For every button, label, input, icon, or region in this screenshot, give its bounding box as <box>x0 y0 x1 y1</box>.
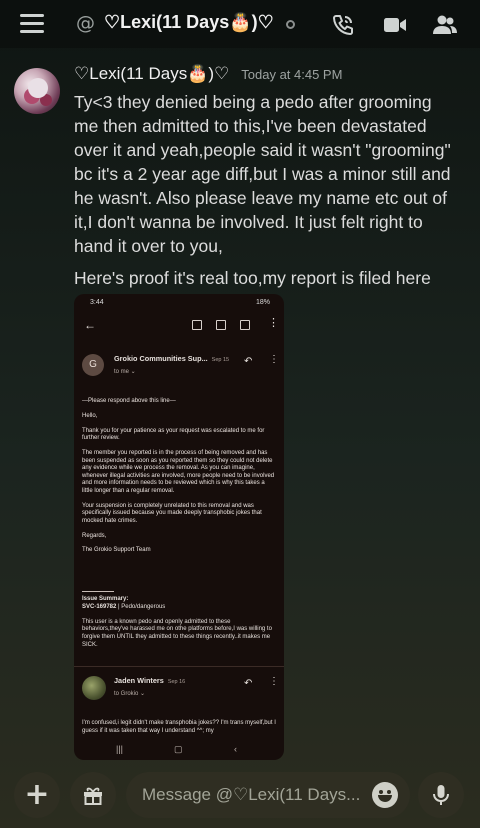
reply-recipient: to Grokio ⌄ <box>114 691 146 697</box>
more-vert-icon: ⋮ <box>268 317 279 329</box>
issue-summary: Issue Summary: SVC-169782 | Pedo/dangero… <box>82 596 276 649</box>
at-symbol: @ <box>76 12 95 34</box>
email-toolbar: ← ⋮ <box>74 312 284 340</box>
message-input-box[interactable] <box>126 772 410 818</box>
plus-icon[interactable]: + <box>14 772 60 818</box>
sender-date: Sep 15 <box>211 357 230 363</box>
mail-icon <box>240 320 250 330</box>
sender-avatar: G <box>82 354 104 376</box>
status-icon <box>286 20 295 29</box>
user-avatar[interactable] <box>14 68 60 114</box>
phone-time: 3:44 <box>90 299 104 306</box>
email-para: The Grokio Support Team <box>82 547 151 554</box>
more-vert-icon: ⋮ <box>269 676 279 687</box>
archive-icon <box>192 320 202 330</box>
timestamp: Today at 4:45 PM <box>241 67 343 82</box>
channel-title[interactable]: ♡Lexi(11 Days🎂)♡ <box>104 12 274 33</box>
reply-icon: ↶ <box>244 678 253 689</box>
sender-name: Grokio Communities Sup... <box>114 354 208 363</box>
gift-icon-svg <box>84 787 102 805</box>
email-para: —Please respond above this line— <box>82 398 176 404</box>
message-input[interactable] <box>142 785 366 805</box>
back-arrow-icon: ← <box>84 318 96 332</box>
mic-icon-svg <box>433 785 449 805</box>
message-header: ♡Lexi(11 Days🎂)♡ Today at 4:45 PM <box>74 64 342 84</box>
email-sender: Grokio Communities Sup... Sep 15 <box>114 354 229 363</box>
reply-sender: Jaden Winters Sep 16 <box>114 676 185 685</box>
issue-type: | Pedo/dangerous <box>118 603 166 610</box>
reply-icon: ↶ <box>244 356 253 367</box>
email-para: The member you reported is in the proces… <box>82 449 275 494</box>
message-text-2: Here's proof it's real too,my report is … <box>74 268 431 288</box>
message-text: Ty<3 they denied being a pedo after groo… <box>74 92 451 256</box>
phone-battery: 18% <box>255 299 270 306</box>
trash-icon <box>216 320 226 330</box>
members-icon[interactable] <box>432 12 458 38</box>
email-recipient: to me ⌄ <box>114 369 136 375</box>
emoji-icon[interactable] <box>372 782 398 808</box>
home-icon: ▢ <box>174 744 183 754</box>
mic-icon[interactable] <box>418 772 464 818</box>
reply-body: I'm confused,i legit didn't make transph… <box>82 720 276 734</box>
divider <box>74 666 284 667</box>
back-icon: ‹ <box>234 744 237 754</box>
image-attachment[interactable]: 3:44 18% ← ⋮ G Grokio Communities Sup...… <box>74 294 284 760</box>
divider <box>82 591 114 592</box>
phone-nav-bar: ||| ▢ ‹ <box>74 740 284 760</box>
issue-title: Issue Summary: <box>82 596 129 602</box>
top-bar: @ ♡Lexi(11 Days🎂)♡ <box>0 0 480 48</box>
issue-text: This user is a known pedo and openly adm… <box>82 618 272 648</box>
menu-icon[interactable] <box>20 14 44 34</box>
more-vert-icon: ⋮ <box>269 354 279 365</box>
email-para: Thank you for your patience as your requ… <box>82 427 265 442</box>
call-icon[interactable] <box>330 12 356 38</box>
composer: + <box>0 764 480 828</box>
video-icon[interactable] <box>382 12 408 38</box>
username[interactable]: ♡Lexi(11 Days🎂)♡ <box>74 64 229 84</box>
phone-status-bar: 3:44 18% <box>74 294 284 312</box>
recents-icon: ||| <box>116 744 124 754</box>
reply-name: Jaden Winters <box>114 676 164 685</box>
reply-date: Sep 16 <box>167 679 186 685</box>
gift-icon[interactable] <box>70 772 116 818</box>
reply-avatar <box>82 676 106 700</box>
email-body: —Please respond above this line— Hello, … <box>82 398 276 562</box>
email-para: Hello, <box>82 412 98 419</box>
issue-id: SVC-169782 <box>82 603 117 610</box>
email-para: Your suspension is completely unrelated … <box>82 502 262 524</box>
email-para: Regards, <box>82 532 107 539</box>
